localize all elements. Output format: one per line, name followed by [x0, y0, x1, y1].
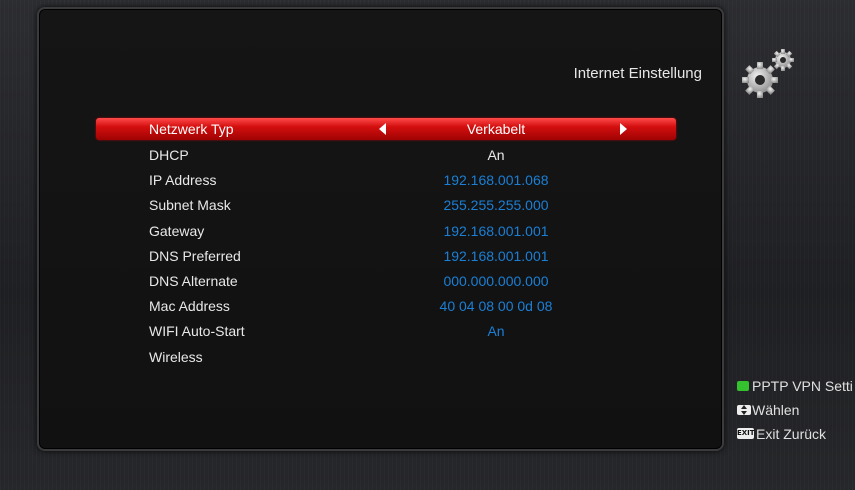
setting-label: Mac Address — [149, 298, 230, 315]
setting-label: DNS Alternate — [149, 272, 238, 289]
legend-green[interactable]: PPTP VPN Setti — [737, 375, 855, 399]
setting-row-subnet-mask[interactable]: Subnet Mask 255.255.255.000 — [96, 193, 676, 218]
key-legend: PPTP VPN Setti Wählen EXIT Exit Zurück — [737, 375, 855, 447]
setting-row-wireless[interactable]: Wireless — [96, 345, 676, 370]
page-title: Internet Einstellung — [573, 65, 702, 82]
setting-value: 40 04 08 00 0d 08 — [439, 298, 553, 315]
setting-label: DNS Preferred — [149, 247, 241, 264]
setting-label: WIFI Auto-Start — [149, 323, 245, 340]
arrow-left-icon[interactable] — [379, 123, 386, 135]
setting-row-mac-address[interactable]: Mac Address 40 04 08 00 0d 08 — [96, 294, 676, 319]
legend-exit-label: Exit Zurück — [756, 426, 827, 442]
green-key-icon — [737, 381, 749, 391]
setting-value: Verkabelt — [466, 121, 526, 137]
gears-icon — [742, 49, 794, 98]
setting-row-wifi-auto-start[interactable]: WIFI Auto-Start An — [96, 319, 676, 344]
settings-list: Netzwerk Typ Verkabelt DHCP An IP Addres… — [96, 118, 676, 370]
setting-row-dns-alternate[interactable]: DNS Alternate 000.000.000.000 — [96, 269, 676, 294]
setting-row-gateway[interactable]: Gateway 192.168.001.001 — [96, 219, 676, 244]
setting-value: 192.168.001.001 — [443, 247, 549, 264]
legend-exit[interactable]: EXIT Exit Zurück — [737, 423, 855, 447]
exit-key-icon: EXIT — [737, 428, 755, 439]
setting-label: Gateway — [149, 222, 205, 239]
setting-value: 255.255.255.000 — [443, 197, 549, 214]
setting-row-network-type[interactable]: Netzwerk Typ Verkabelt — [96, 118, 676, 140]
arrow-right-icon[interactable] — [620, 123, 627, 135]
up-down-key-icon — [737, 405, 751, 415]
setting-value: 192.168.001.068 — [443, 172, 549, 189]
setting-value: An — [487, 323, 505, 340]
setting-label: Subnet Mask — [149, 197, 231, 214]
setting-row-ip-address[interactable]: IP Address 192.168.001.068 — [96, 168, 676, 193]
setting-value: 000.000.000.000 — [443, 272, 549, 289]
setting-label: Wireless — [149, 348, 203, 365]
setting-row-dns-preferred[interactable]: DNS Preferred 192.168.001.001 — [96, 244, 676, 269]
setting-label: DHCP — [149, 147, 189, 163]
setting-value: An — [487, 147, 505, 163]
legend-select: Wählen — [737, 399, 855, 423]
setting-row-dhcp[interactable]: DHCP An — [96, 143, 676, 168]
setting-label: Netzwerk Typ — [149, 121, 234, 137]
legend-green-label: PPTP VPN Setti — [752, 378, 853, 394]
legend-select-label: Wählen — [752, 402, 800, 418]
setting-label: IP Address — [149, 172, 217, 189]
setting-value: 192.168.001.001 — [443, 222, 549, 239]
